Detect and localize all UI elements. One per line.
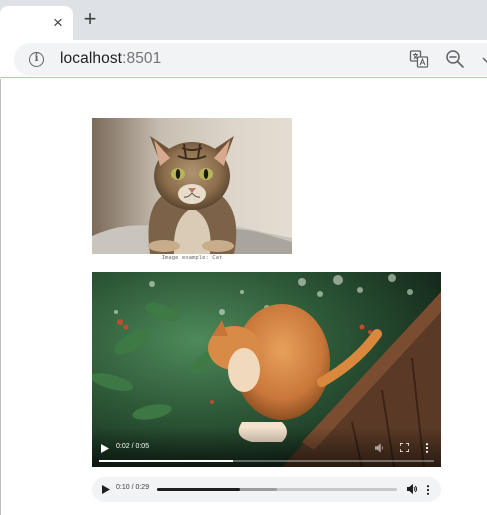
volume-icon[interactable] [407, 484, 417, 494]
cat-image [92, 118, 292, 254]
video-progress-bar[interactable] [99, 460, 434, 462]
audio-player[interactable]: 0:10 / 0:29 [92, 477, 441, 502]
fullscreen-icon[interactable] [400, 443, 409, 452]
info-icon[interactable]: i [29, 52, 44, 67]
address-bar[interactable]: i localhost:8501 [14, 43, 487, 76]
browser-toolbar: i localhost:8501 [0, 40, 487, 78]
translate-icon[interactable] [409, 49, 429, 69]
audio-progress-bar[interactable] [157, 488, 397, 491]
video-player[interactable]: 0:02 / 0:05 [92, 272, 441, 467]
url-host: localhost [60, 50, 123, 67]
chevron-down-icon[interactable] [482, 55, 487, 65]
new-tab-button[interactable]: + [80, 8, 100, 30]
url-text[interactable]: localhost:8501 [60, 50, 161, 68]
video-progress-fill [99, 460, 233, 462]
video-time-display: 0:02 / 0:05 [116, 443, 150, 450]
image-caption: Image example: Cat [161, 255, 223, 261]
tab-strip: × + [0, 0, 487, 40]
tab-close-icon[interactable]: × [50, 14, 66, 31]
page-content: Image example: Cat 0:02 / 0:05 0:10 / 0:… [0, 79, 487, 515]
video-controls: 0:02 / 0:05 [92, 427, 441, 467]
more-options-icon[interactable] [426, 485, 430, 495]
more-options-icon[interactable] [425, 443, 429, 453]
url-port: :8501 [122, 50, 162, 67]
volume-icon[interactable] [375, 443, 385, 453]
audio-progress-fill [157, 488, 240, 491]
active-tab[interactable]: × [0, 6, 73, 40]
play-icon[interactable] [101, 444, 109, 453]
audio-time-display: 0:10 / 0:29 [116, 484, 150, 491]
zoom-out-icon[interactable] [445, 49, 465, 69]
play-icon[interactable] [102, 485, 110, 494]
